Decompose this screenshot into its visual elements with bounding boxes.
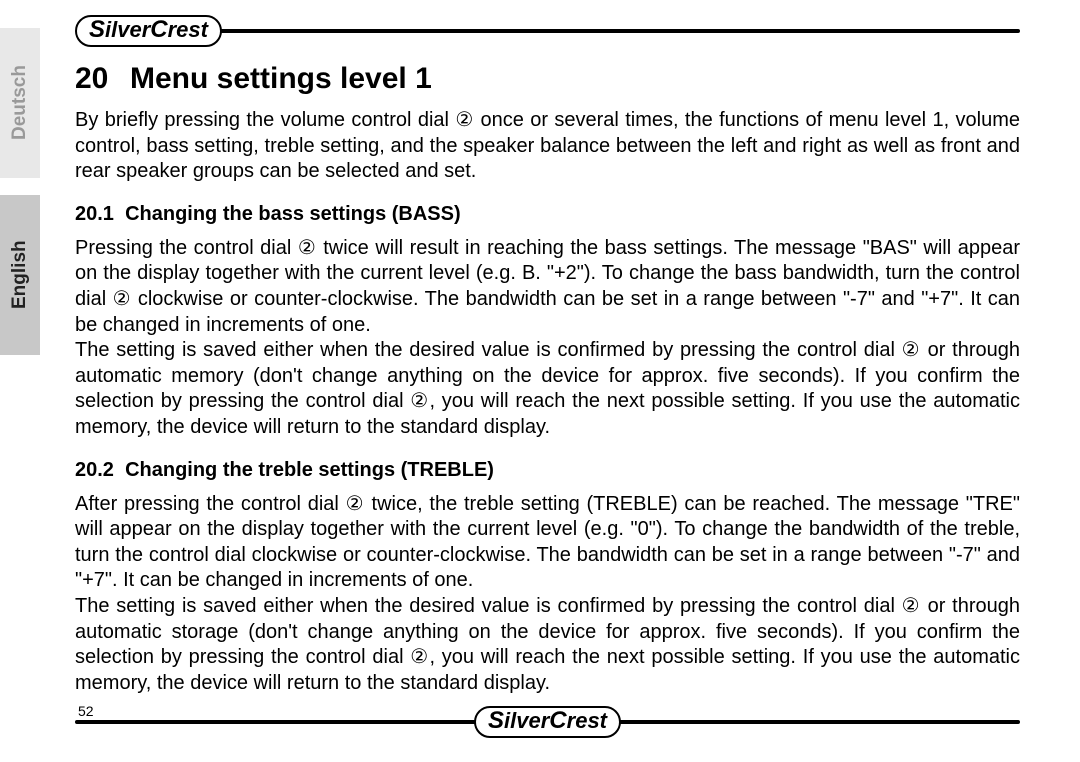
logo-part3: C	[549, 709, 566, 733]
section-number: 20.2	[75, 459, 114, 481]
logo-part2: ilver	[105, 19, 150, 41]
header-rule	[217, 29, 1020, 33]
header-bar: SilverCrest	[75, 15, 1020, 47]
brand-logo: SilverCrest	[75, 15, 222, 47]
tab-english[interactable]: English	[0, 195, 40, 355]
heading-number: 20	[75, 62, 130, 96]
logo-part1: S	[89, 18, 105, 42]
footer-rule-left	[75, 720, 479, 724]
footer-bar: SilverCrest	[75, 706, 1020, 738]
footer-rule-right	[616, 720, 1020, 724]
section-number: 20.1	[75, 203, 114, 225]
section-20-2: 20.2 Changing the treble settings (TREBL…	[75, 459, 1020, 697]
page-title: 20Menu settings level 1	[75, 62, 1020, 96]
section-paragraph-2: The setting is saved either when the des…	[75, 594, 1020, 696]
logo-part4: rest	[168, 19, 208, 41]
tab-deutsch[interactable]: Deutsch	[0, 28, 40, 178]
section-heading: 20.1 Changing the bass settings (BASS)	[75, 203, 1020, 226]
section-title: Changing the bass settings (BASS)	[125, 203, 461, 225]
section-paragraph-1: After pressing the control dial ② twice,…	[75, 492, 1020, 594]
logo-part3: C	[150, 18, 167, 42]
logo-part4: rest	[567, 710, 607, 732]
section-paragraph-2: The setting is saved either when the des…	[75, 338, 1020, 440]
logo-part2: ilver	[504, 710, 549, 732]
brand-logo-footer: SilverCrest	[474, 706, 621, 738]
intro-paragraph: By briefly pressing the volume control d…	[75, 108, 1020, 185]
logo-part1: S	[488, 709, 504, 733]
heading-title: Menu settings level 1	[130, 62, 432, 95]
section-title: Changing the treble settings (TREBLE)	[125, 459, 494, 481]
section-paragraph-1: Pressing the control dial ② twice will r…	[75, 236, 1020, 338]
section-heading: 20.2 Changing the treble settings (TREBL…	[75, 459, 1020, 482]
page-content: SilverCrest 20Menu settings level 1 By b…	[75, 15, 1020, 742]
section-20-1: 20.1 Changing the bass settings (BASS) P…	[75, 203, 1020, 441]
language-sidebar: Deutsch English	[0, 0, 58, 762]
